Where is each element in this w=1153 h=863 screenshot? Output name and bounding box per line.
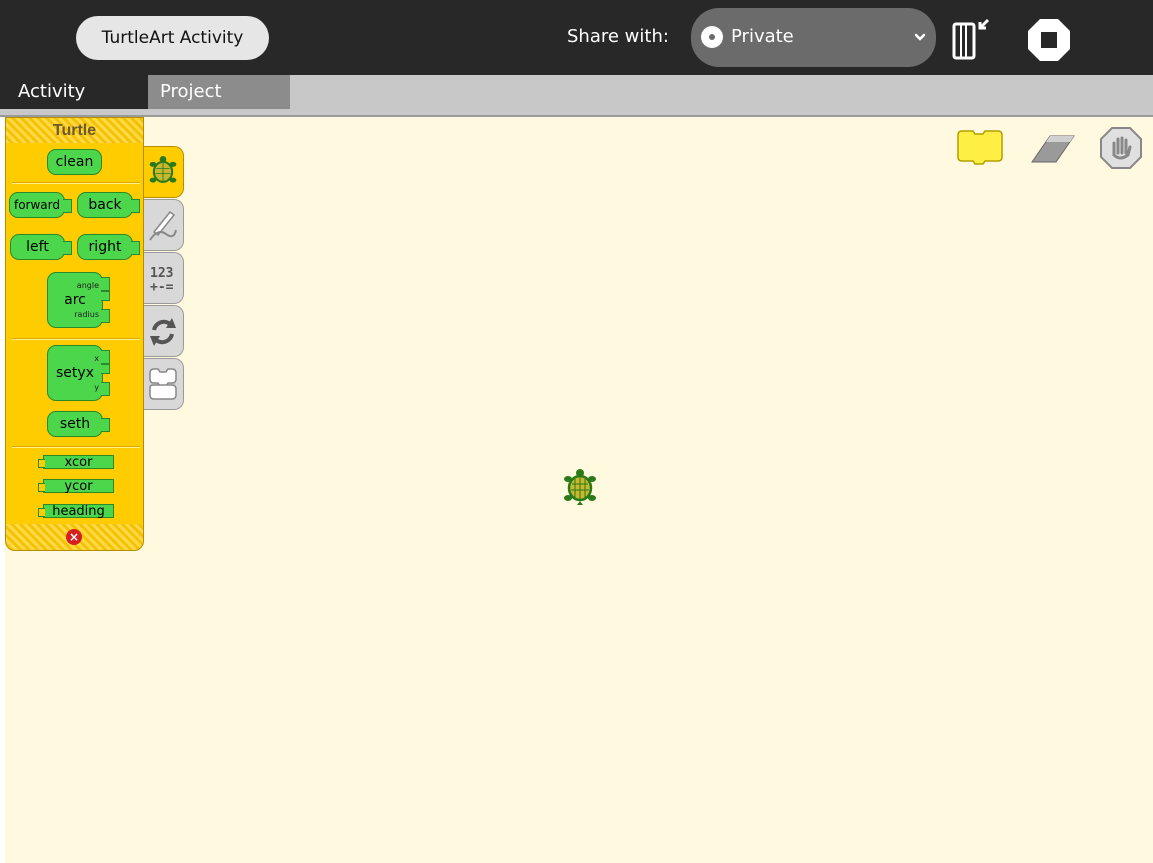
private-icon [701,26,723,48]
share-with-label: Share with: [567,26,669,47]
setxy-x-label: x [94,354,99,363]
top-toolbar: TurtleArt Activity Share with: Private [0,0,1153,75]
palette-title: Turtle [6,118,143,143]
palette-divider [12,446,140,448]
left-block[interactable]: left [10,234,72,260]
svg-text:+-=: +-= [150,280,174,295]
category-tab-flow[interactable] [144,305,184,357]
seth-label: seth [59,416,91,432]
arc-label: arc [64,292,86,308]
tab-activity[interactable]: Activity [0,75,148,109]
close-icon[interactable]: × [66,529,82,545]
setxy-label: setyx [56,365,94,381]
setxy-y-label: y [94,383,99,392]
share-value: Private [731,26,794,47]
turtle-icon [149,156,177,183]
stop-icon[interactable] [1027,18,1071,62]
arc-angle-label: angle [76,281,99,290]
show-blocks-icon[interactable] [955,129,1005,165]
numbers-icon: 123 +-= [150,266,174,295]
chevron-down-icon [914,33,926,41]
flow-icon [150,318,176,346]
svg-text:123: 123 [150,266,173,281]
category-tab-pen[interactable] [144,199,184,251]
share-with-select[interactable]: Private [691,8,936,67]
turtle-icon [564,469,596,505]
turtle-palette: Turtle clean forward back left right arc… [5,117,144,551]
setxy-block[interactable]: setyx x y [47,345,110,401]
palette-footer: × [6,524,143,550]
clean-block[interactable]: clean [47,149,102,175]
blocks-icon [149,368,177,400]
right-label: right [88,239,122,255]
keep-journal-icon[interactable] [952,16,992,62]
right-block[interactable]: right [77,234,140,260]
tab-bar: Activity Project [0,75,1153,117]
tab-project[interactable]: Project [148,75,290,109]
arc-block[interactable]: arc angle radius [47,272,110,328]
arc-radius-label: radius [74,310,99,319]
pen-icon [149,210,177,241]
activity-title-field[interactable]: TurtleArt Activity [76,16,269,60]
left-label: left [26,239,49,255]
back-label: back [88,197,122,213]
category-tab-turtle[interactable] [144,146,184,198]
xcor-block[interactable]: xcor [38,454,114,470]
stop-turtle-icon[interactable] [1100,127,1142,169]
forward-label: forward [13,198,60,212]
category-tab-blocks[interactable] [144,358,184,410]
palette-divider [12,338,140,340]
heading-label: heading [52,503,105,519]
category-tab-numbers[interactable]: 123 +-= [144,252,184,304]
forward-block[interactable]: forward [9,192,72,218]
ycor-label: ycor [64,478,93,494]
ycor-block[interactable]: ycor [38,478,114,494]
clean-label: clean [55,154,94,170]
seth-block[interactable]: seth [47,411,110,437]
xcor-label: xcor [64,454,93,470]
heading-block[interactable]: heading [38,503,114,519]
back-block[interactable]: back [77,192,140,218]
eraser-icon[interactable] [1028,130,1078,166]
palette-divider [12,182,140,184]
